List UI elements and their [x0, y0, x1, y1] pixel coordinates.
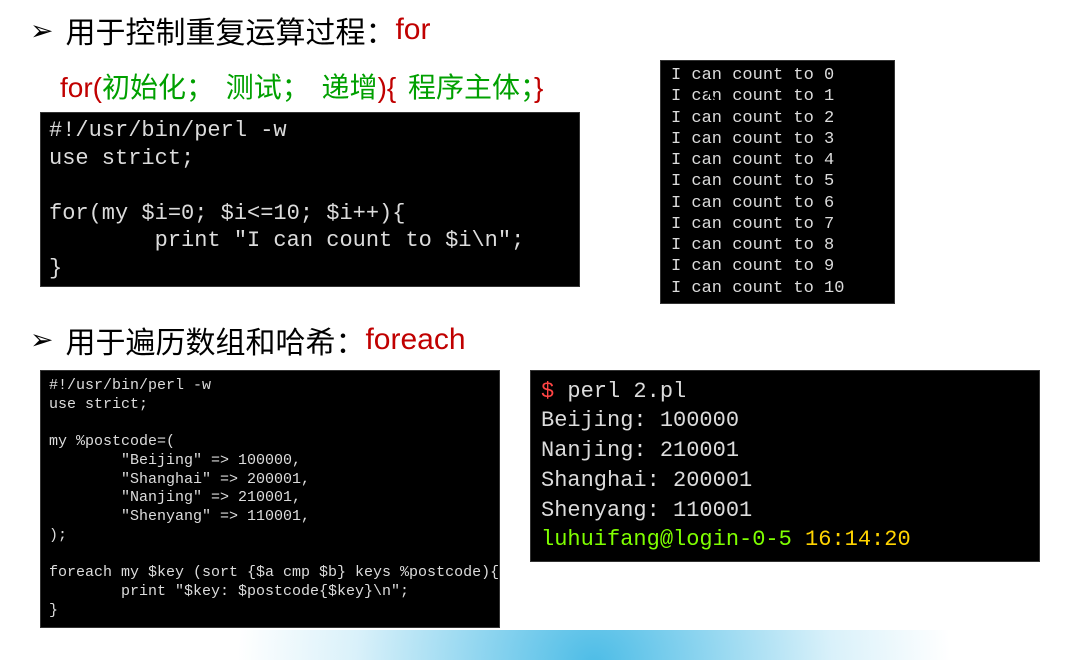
section2-title: 用于遍历数组和哈希： — [65, 318, 365, 362]
term-user-host: luhuifang@login-0-5 — [541, 527, 805, 552]
term-prompt-cmd: perl 2.pl — [567, 379, 686, 404]
bullet-chevron-icon: ➢ — [30, 323, 53, 356]
for-code-terminal: #!/usr/bin/perl -w use strict; for(my $i… — [40, 112, 580, 287]
for-syntax-p1: for( — [60, 72, 102, 103]
bullet-chevron-icon: ➢ — [30, 14, 53, 47]
for-output-terminal: I can count to 0 I can count to 1 I can … — [660, 60, 895, 304]
foreach-output-terminal: $ perl 2.pl Beijing: 100000 Nanjing: 210… — [530, 370, 1040, 562]
foreach-output-lines: Beijing: 100000 Nanjing: 210001 Shanghai… — [541, 408, 752, 522]
term-time: 16:14:20 — [805, 527, 911, 552]
for-syntax-line: for(初始化； 测试； 递增){ 程序主体；} — [0, 66, 580, 106]
foreach-code-terminal: #!/usr/bin/perl -w use strict; my %postc… — [40, 370, 500, 628]
for-syntax-p3: ){ — [378, 72, 408, 103]
section1-title: 用于控制重复运算过程： — [65, 8, 395, 52]
cursor-icon: ↖ — [705, 86, 720, 107]
for-syntax-p4: 程序主体； — [408, 72, 534, 103]
decorative-wave — [0, 630, 1080, 660]
section1-keyword: for — [395, 13, 430, 47]
for-syntax-p5: } — [534, 72, 543, 103]
section2-keyword: foreach — [365, 323, 465, 357]
term-prompt-symbol: $ — [541, 379, 567, 404]
for-syntax-p2: 初始化； 测试； 递增 — [102, 72, 378, 103]
